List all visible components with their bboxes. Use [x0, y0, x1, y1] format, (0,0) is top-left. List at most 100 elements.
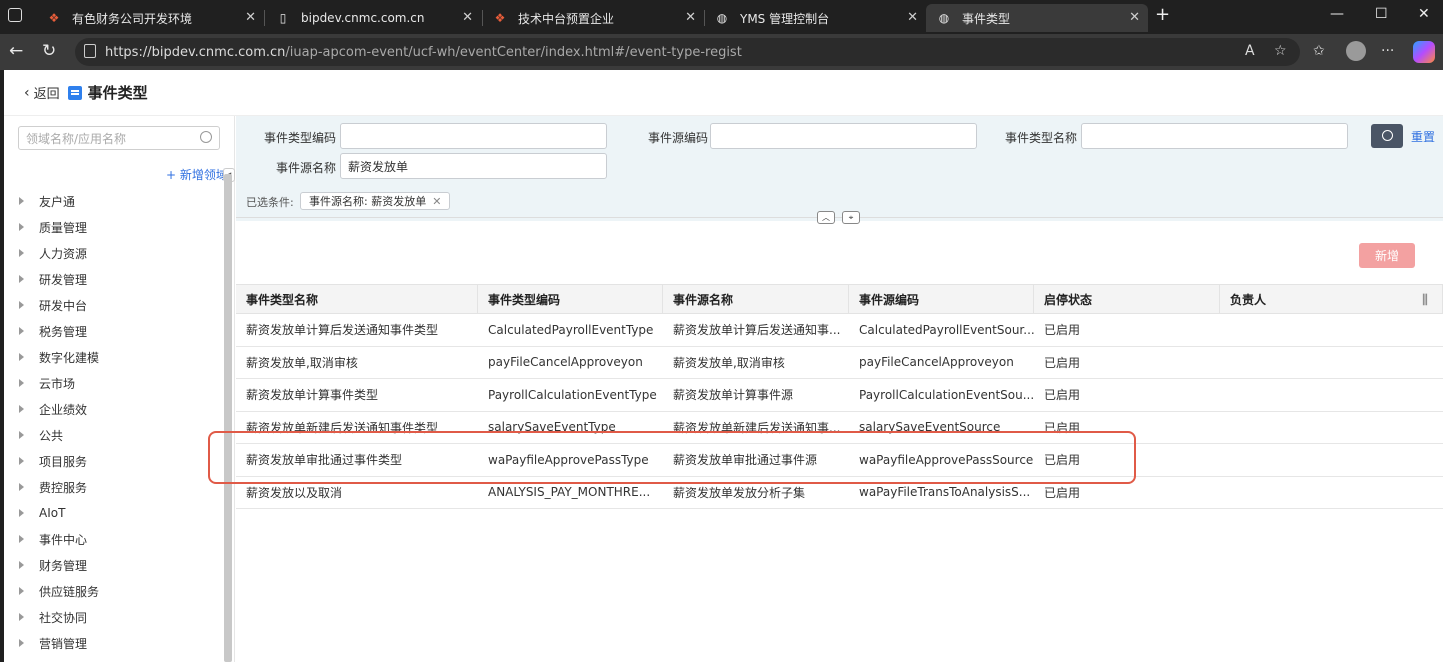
- sidebar-item[interactable]: 公共: [4, 422, 222, 448]
- highlight-annotation: [208, 431, 1136, 484]
- column-header[interactable]: 启停状态: [1034, 285, 1220, 313]
- column-header[interactable]: 事件源名称: [663, 285, 849, 313]
- maximize-icon[interactable]: ☐: [1375, 6, 1388, 22]
- sidebar-item[interactable]: 社交协同: [4, 604, 222, 630]
- source-name-input[interactable]: 薪资发放单: [340, 153, 607, 179]
- sidebar-item[interactable]: 项目服务: [4, 448, 222, 474]
- sidebar-item[interactable]: 人力资源: [4, 240, 222, 266]
- close-icon[interactable]: ✕: [907, 10, 918, 25]
- table-cell: [1220, 412, 1443, 444]
- table-row[interactable]: 薪资发放单,取消审核 payFileCancelApproveyon 薪资发放单,取…: [236, 347, 1443, 379]
- address-bar[interactable]: https://bipdev.cnmc.com.cn/iuap-apcom-ev…: [75, 38, 1300, 66]
- close-icon[interactable]: ✕: [462, 10, 473, 25]
- column-header[interactable]: 负责人: [1220, 285, 1443, 313]
- browser-tab-2[interactable]: ▯ bipdev.cnmc.com.cn ✕: [265, 4, 481, 32]
- table-row[interactable]: 薪资发放单计算后发送通知事件类型 CalculatedPayrollEventTy…: [236, 314, 1443, 347]
- table-cell: [1220, 477, 1443, 509]
- selected-conditions-label: 已选条件:: [246, 196, 294, 209]
- sidebar-item-label: 营销管理: [39, 636, 88, 651]
- reset-button[interactable]: 重置: [1411, 128, 1435, 145]
- fold-divider: [236, 217, 1443, 218]
- expand-caret-icon[interactable]: [19, 223, 24, 231]
- column-header[interactable]: 事件源编码: [849, 285, 1034, 313]
- back-button[interactable]: ‹ 返回: [24, 83, 60, 103]
- expand-caret-icon[interactable]: [19, 197, 24, 205]
- expand-caret-icon[interactable]: [19, 535, 24, 543]
- sidebar-item[interactable]: 企业绩效: [4, 396, 222, 422]
- close-icon[interactable]: ✕: [245, 10, 256, 25]
- minimize-icon[interactable]: —: [1330, 6, 1344, 22]
- expand-caret-icon[interactable]: [19, 587, 24, 595]
- tab-title: 技术中台预置企业: [518, 11, 615, 26]
- sidebar-item[interactable]: 友户通: [4, 188, 222, 214]
- tab-title: 事件类型: [962, 11, 1011, 26]
- expand-caret-icon[interactable]: [19, 275, 24, 283]
- expand-caret-icon[interactable]: [19, 613, 24, 621]
- collapse-filter-icon[interactable]: ︿: [817, 211, 835, 224]
- sidebar-item[interactable]: 云市场: [4, 370, 222, 396]
- expand-caret-icon[interactable]: [19, 379, 24, 387]
- sidebar-item[interactable]: 研发管理: [4, 266, 222, 292]
- sidebar-item[interactable]: 事件中心: [4, 526, 222, 552]
- sidebar-item[interactable]: AIoT: [4, 500, 222, 526]
- column-header[interactable]: 事件类型名称: [236, 285, 478, 313]
- table-cell: 薪资发放单计算事件源: [673, 388, 794, 403]
- browser-tab-4[interactable]: ◍ YMS 管理控制台 ✕: [704, 4, 926, 32]
- browser-tab-5-active[interactable]: ◍ 事件类型 ✕: [926, 4, 1148, 32]
- expand-caret-icon[interactable]: [19, 431, 24, 439]
- expand-caret-icon[interactable]: [19, 483, 24, 491]
- sidebar-item[interactable]: 营销管理: [4, 630, 222, 656]
- sidebar-item-label: 社交协同: [39, 610, 88, 625]
- column-header[interactable]: 事件类型编码: [478, 285, 663, 313]
- sidebar-item-label: 企业绩效: [39, 402, 88, 417]
- back-arrow-icon[interactable]: ←: [9, 41, 23, 61]
- profile-avatar[interactable]: [1346, 41, 1366, 61]
- sidebar-item[interactable]: 税务管理: [4, 318, 222, 344]
- close-icon[interactable]: ✕: [432, 195, 441, 208]
- browser-tab-1[interactable]: ❖ 有色财务公司开发环境 ✕: [36, 4, 264, 32]
- type-name-input[interactable]: [1081, 123, 1348, 149]
- copilot-icon[interactable]: [1413, 41, 1435, 63]
- page-title: 事件类型: [87, 84, 148, 102]
- expand-caret-icon[interactable]: [19, 509, 24, 517]
- expand-caret-icon[interactable]: [19, 249, 24, 257]
- sidebar-item[interactable]: 财务管理: [4, 552, 222, 578]
- table-cell: CalculatedPayrollEventSour...: [859, 322, 1034, 337]
- type-code-input[interactable]: [340, 123, 607, 149]
- expand-caret-icon[interactable]: [19, 327, 24, 335]
- expand-caret-icon[interactable]: [19, 301, 24, 309]
- pin-icon[interactable]: ⌖: [842, 211, 860, 224]
- sidebar-item[interactable]: 数字化建模: [4, 344, 222, 370]
- domain-search-input[interactable]: 领域名称/应用名称: [18, 126, 220, 150]
- sidebar-item[interactable]: 质量管理: [4, 214, 222, 240]
- sidebar-item[interactable]: 研发中台: [4, 292, 222, 318]
- table-cell: PayrollCalculationEventSou...: [859, 387, 1034, 402]
- expand-caret-icon[interactable]: [19, 353, 24, 361]
- sidebar-scrollbar[interactable]: [224, 174, 232, 662]
- expand-caret-icon[interactable]: [19, 405, 24, 413]
- new-tab-icon[interactable]: +: [1155, 4, 1170, 25]
- sidebar-item[interactable]: 费控服务: [4, 474, 222, 500]
- search-icon[interactable]: [200, 131, 212, 143]
- expand-caret-icon[interactable]: [19, 561, 24, 569]
- favorite-star-icon[interactable]: ☆: [1274, 43, 1287, 59]
- refresh-icon[interactable]: ↻: [42, 41, 56, 61]
- tab-actions-icon[interactable]: [8, 8, 22, 22]
- url-path: /iuap-apcom-event/ucf-wh/eventCenter/ind…: [285, 44, 742, 60]
- read-aloud-icon[interactable]: A: [1245, 43, 1255, 59]
- more-menu-icon[interactable]: ···: [1381, 43, 1394, 59]
- add-button[interactable]: 新增: [1359, 243, 1415, 268]
- add-domain-button[interactable]: + 新增领域: [166, 166, 228, 183]
- expand-caret-icon[interactable]: [19, 639, 24, 647]
- favorites-icon[interactable]: ✩: [1313, 43, 1325, 59]
- close-icon[interactable]: ✕: [1129, 10, 1140, 25]
- table-row[interactable]: 薪资发放单计算事件类型 PayrollCalculationEventType 薪资…: [236, 379, 1443, 412]
- source-code-input[interactable]: [710, 123, 977, 149]
- browser-tab-3[interactable]: ❖ 技术中台预置企业 ✕: [482, 4, 704, 32]
- column-settings-icon[interactable]: ⫼: [1422, 293, 1428, 308]
- window-close-icon[interactable]: ✕: [1418, 6, 1430, 22]
- search-button[interactable]: [1371, 124, 1403, 148]
- expand-caret-icon[interactable]: [19, 457, 24, 465]
- sidebar-item[interactable]: 供应链服务: [4, 578, 222, 604]
- close-icon[interactable]: ✕: [685, 10, 696, 25]
